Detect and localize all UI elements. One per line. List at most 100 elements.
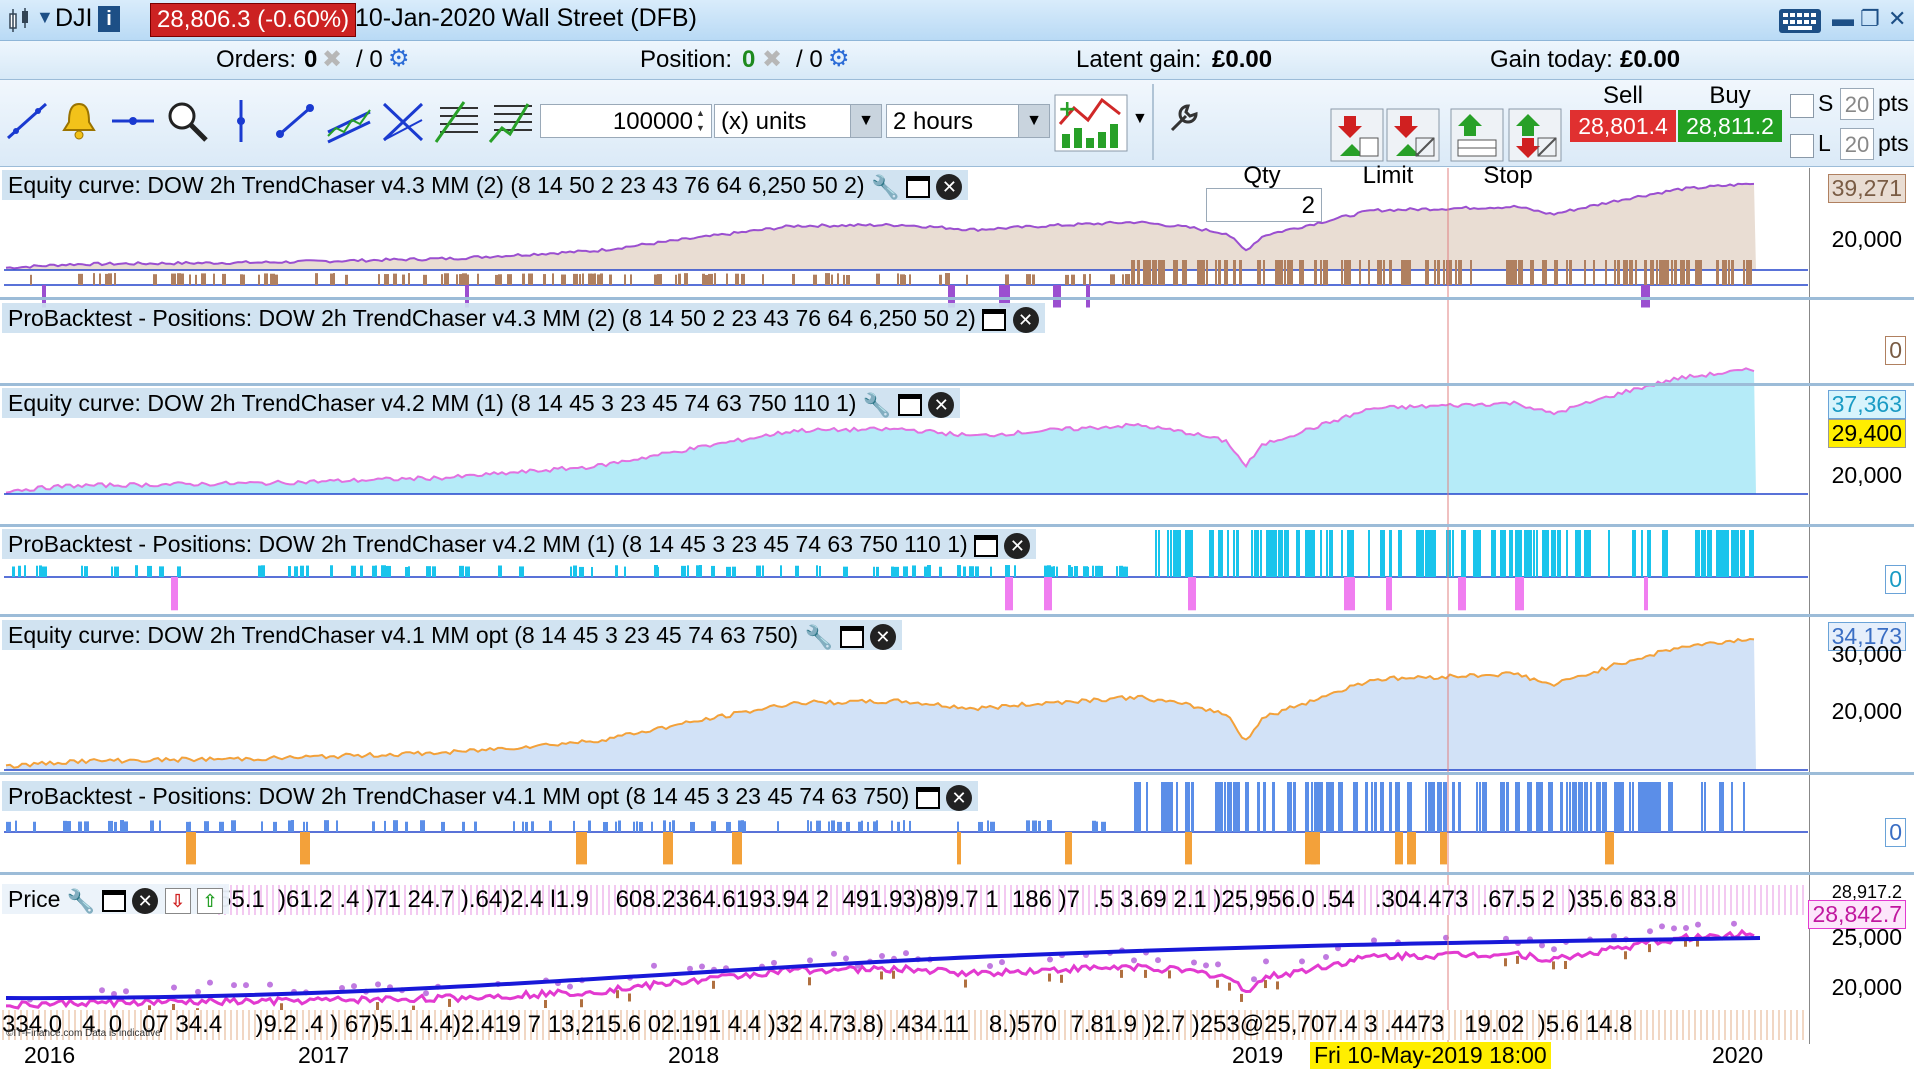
positions-v43-long-bar bbox=[1683, 260, 1685, 285]
positions-v42-long-bar bbox=[1509, 530, 1513, 577]
timeframe-select[interactable]: 2 hours ▼ bbox=[886, 104, 1050, 138]
stop-loss-checkbox[interactable] bbox=[1790, 94, 1814, 118]
limit-checkbox[interactable] bbox=[1790, 134, 1814, 158]
restore-icon[interactable]: ❐ bbox=[1860, 6, 1880, 32]
positions-v42-long-bar bbox=[36, 565, 38, 577]
panel-divider[interactable] bbox=[0, 614, 1914, 617]
positions-v43-long-bar bbox=[1368, 260, 1370, 285]
wrench-icon[interactable]: 🔧 bbox=[871, 172, 900, 202]
positions-v43-long-bar bbox=[1257, 260, 1261, 285]
buy-button[interactable]: 28,811.2 bbox=[1678, 110, 1782, 142]
close-panel-icon[interactable]: ✕ bbox=[946, 784, 973, 811]
candlestick-icon[interactable] bbox=[6, 6, 34, 34]
sell-button[interactable]: 28,801.4 bbox=[1570, 110, 1676, 142]
cancel-orders-icon[interactable]: ✖ bbox=[322, 45, 342, 74]
stop-buy-order-button[interactable] bbox=[1450, 108, 1504, 162]
stop-sell-order-button[interactable] bbox=[1508, 108, 1562, 162]
stop-loss-pts-input[interactable]: 20 bbox=[1840, 88, 1874, 120]
panel-divider[interactable] bbox=[0, 297, 1914, 300]
signal-marker bbox=[123, 988, 129, 995]
limit-pts-input[interactable]: 20 bbox=[1840, 128, 1874, 160]
keyboard-icon[interactable] bbox=[1778, 8, 1822, 34]
alert-bell-icon[interactable] bbox=[56, 98, 102, 144]
panel-divider[interactable] bbox=[0, 524, 1914, 527]
info-icon[interactable]: i bbox=[98, 6, 120, 32]
symbol-label[interactable]: DJI bbox=[55, 4, 93, 33]
units-type-select[interactable]: (x) units ▼ bbox=[714, 104, 882, 138]
positions-v42-long-bar bbox=[816, 565, 818, 577]
horizontal-line-icon[interactable] bbox=[110, 98, 156, 144]
gear-icon[interactable]: ⚙ bbox=[388, 44, 410, 73]
minimize-icon[interactable]: ▬ bbox=[1832, 6, 1854, 32]
positions-v41-long-bar bbox=[663, 820, 666, 832]
gear-icon[interactable]: ⚙ bbox=[828, 44, 850, 73]
positions-v43-long-bar bbox=[456, 274, 458, 285]
chevron-down-icon[interactable]: ▼ bbox=[1018, 105, 1049, 137]
positions-v41-short-bar bbox=[957, 832, 961, 865]
positions-v43-long-bar bbox=[1656, 260, 1658, 285]
positions-v41-long-bar bbox=[744, 821, 746, 832]
sell-arrow-icon[interactable]: ⇩ bbox=[164, 887, 191, 914]
signal-marker bbox=[1131, 957, 1137, 964]
close-icon[interactable]: ✕ bbox=[1888, 6, 1906, 32]
positions-v42-long-bar bbox=[1608, 530, 1610, 577]
positions-v43-long-bar bbox=[93, 273, 95, 285]
panel-divider[interactable] bbox=[0, 872, 1914, 875]
close-panel-icon[interactable]: ✕ bbox=[1004, 532, 1031, 559]
positions-v43-long-bar bbox=[1662, 260, 1665, 285]
positions-v41-long-bar bbox=[618, 820, 621, 832]
units-spinner[interactable]: ▲ ▼ bbox=[696, 106, 708, 136]
close-panel-icon[interactable]: ✕ bbox=[869, 623, 896, 650]
maximize-panel-icon[interactable] bbox=[974, 534, 999, 557]
positions-v42-long-bar bbox=[873, 566, 875, 577]
segment-icon[interactable] bbox=[272, 98, 318, 144]
positions-v43-long-bar bbox=[1605, 260, 1607, 285]
close-panel-icon[interactable]: ✕ bbox=[132, 887, 159, 914]
wrench-icon[interactable]: 🔧 bbox=[804, 622, 833, 652]
maximize-panel-icon[interactable] bbox=[101, 889, 126, 912]
wrench-icon[interactable] bbox=[1166, 102, 1200, 136]
maximize-panel-icon[interactable] bbox=[897, 393, 922, 416]
positions-v42-long-bar bbox=[1275, 530, 1277, 577]
buy-arrow-icon[interactable]: ⇧ bbox=[197, 887, 223, 914]
close-panel-icon[interactable]: ✕ bbox=[936, 173, 963, 200]
positions-v41-long-bar bbox=[1701, 782, 1703, 832]
positions-v42-long-bar bbox=[1737, 530, 1739, 577]
positions-v43-long-bar bbox=[1650, 260, 1654, 285]
fibonacci-icon[interactable] bbox=[434, 98, 480, 144]
positions-v42-long-bar bbox=[1542, 530, 1545, 577]
positions-v41-long-bar bbox=[1032, 820, 1037, 832]
maximize-panel-icon[interactable] bbox=[915, 786, 940, 809]
zoom-icon[interactable] bbox=[164, 98, 210, 144]
limit-sell-modify-button[interactable] bbox=[1386, 108, 1440, 162]
buy-signal-arrow bbox=[964, 979, 967, 988]
positions-v41-short-bar bbox=[186, 832, 196, 865]
signal-marker bbox=[1047, 956, 1053, 963]
wrench-icon[interactable]: 🔧 bbox=[863, 390, 892, 420]
positions-v41-long-bar bbox=[462, 821, 465, 832]
positions-v41-long-bar bbox=[807, 820, 809, 832]
units-input[interactable]: 100000 bbox=[540, 104, 712, 138]
limit-sell-order-button[interactable] bbox=[1330, 108, 1384, 162]
wrench-icon[interactable]: 🔧 bbox=[67, 886, 96, 916]
maximize-panel-icon[interactable] bbox=[839, 625, 864, 648]
close-position-icon[interactable]: ✖ bbox=[762, 45, 782, 74]
panel-divider[interactable] bbox=[0, 772, 1914, 775]
chevron-down-icon[interactable]: ▼ bbox=[850, 105, 881, 137]
add-indicator-icon[interactable]: + bbox=[1054, 94, 1128, 152]
chevron-down-icon[interactable]: ▼ bbox=[1132, 110, 1148, 128]
signal-marker bbox=[1263, 958, 1269, 965]
positions-v41-long-bar bbox=[1137, 782, 1141, 832]
vertical-line-icon[interactable] bbox=[218, 98, 264, 144]
retracement-icon[interactable] bbox=[488, 98, 534, 144]
maximize-panel-icon[interactable] bbox=[982, 308, 1007, 331]
channel-icon[interactable] bbox=[326, 98, 372, 144]
trend-line-icon[interactable] bbox=[4, 98, 50, 144]
maximize-panel-icon[interactable] bbox=[905, 175, 930, 198]
chevron-down-icon[interactable]: ▼ bbox=[36, 7, 54, 28]
panel-divider[interactable] bbox=[0, 383, 1914, 386]
fan-icon[interactable] bbox=[380, 98, 426, 144]
close-panel-icon[interactable]: ✕ bbox=[928, 391, 955, 418]
positions-v41-long-bar bbox=[1479, 782, 1481, 832]
close-panel-icon[interactable]: ✕ bbox=[1012, 306, 1039, 333]
